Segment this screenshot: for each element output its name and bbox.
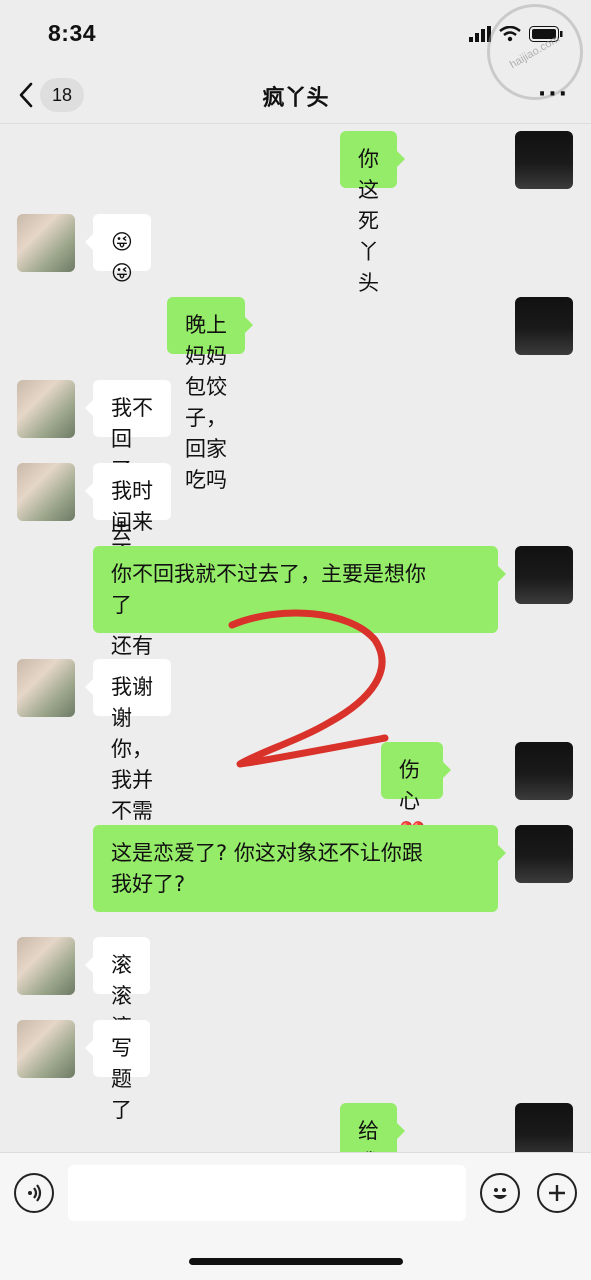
contact-avatar[interactable] [17, 380, 75, 438]
emoji-icon [493, 1188, 507, 1199]
contact-avatar[interactable] [17, 659, 75, 717]
voice-icon [28, 1184, 42, 1202]
message-text: 写题了 [111, 1036, 132, 1122]
message-text: 😜😜 [111, 230, 133, 285]
message-text-line: 了 [111, 593, 132, 617]
more-options-button[interactable]: ··· [538, 82, 569, 107]
message-bubble[interactable]: 你这死丫头 [340, 131, 405, 295]
emoji-button[interactable] [480, 1173, 520, 1213]
message-text: 晚上妈妈包饺子，回家吃吗 [185, 313, 227, 492]
my-avatar[interactable] [515, 297, 573, 355]
status-bar: 8:34 haijiao.com [0, 0, 591, 100]
red-annotation-scribble [228, 609, 389, 768]
contact-avatar[interactable] [17, 214, 75, 272]
status-time: 8:34 [48, 20, 97, 46]
message-bubble[interactable]: 我时间来不及，晚上还有晚自习 [85, 463, 171, 720]
message-text-line: 这是恋爱了? 你这对象还不让你跟 [111, 841, 423, 865]
message-text-line: 我好了? [111, 872, 186, 896]
chat-title: 疯丫头 [262, 86, 329, 111]
my-avatar[interactable] [515, 131, 573, 189]
message-bubble[interactable]: 晚上妈妈包饺子，回家吃吗 [167, 297, 253, 492]
message-bubble[interactable]: 写题了 [85, 1020, 150, 1122]
message-bubble[interactable]: 😜😜 [85, 214, 151, 285]
plus-icon [549, 1185, 565, 1201]
message-bubble[interactable]: 你不回我就不过去了，主要是想你 了 [93, 546, 506, 633]
contact-avatar[interactable] [17, 937, 75, 995]
contact-avatar[interactable] [17, 463, 75, 521]
message-bubble[interactable]: 伤心💔 [381, 742, 452, 844]
message-input[interactable] [68, 1165, 466, 1221]
my-avatar[interactable] [515, 546, 573, 604]
message-bubble[interactable]: 这是恋爱了? 你这对象还不让你跟 我好了? [93, 825, 506, 912]
message-bubble[interactable]: 我谢谢你，我并不需要 [85, 659, 171, 854]
voice-button[interactable] [14, 1173, 54, 1213]
message-bubble[interactable]: 滚滚滚滚 [85, 937, 150, 1070]
contact-avatar[interactable] [17, 1020, 75, 1078]
more-actions-button[interactable] [537, 1173, 577, 1213]
message-text: 你这死丫头 [358, 147, 379, 295]
message-text-line: 你不回我就不过去了，主要是想你 [111, 562, 426, 586]
my-avatar[interactable] [515, 825, 573, 883]
my-avatar[interactable] [515, 742, 573, 800]
home-indicator[interactable] [189, 1258, 403, 1265]
message-bubble[interactable]: 我不回了，你过去吗? [85, 380, 171, 575]
chat-header: 18 疯丫头 ··· [0, 70, 591, 124]
watermark-text: haijiao.com [507, 32, 563, 72]
